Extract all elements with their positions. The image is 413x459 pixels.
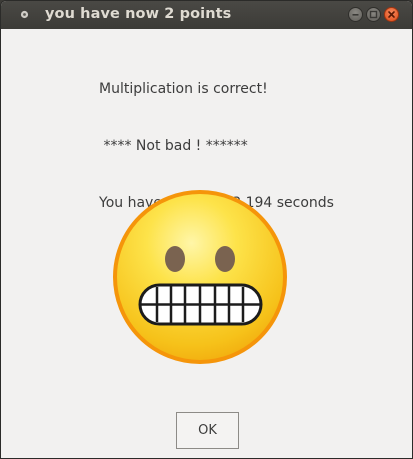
close-icon [388, 11, 395, 18]
praise-message: **** Not bad ! ****** [99, 138, 248, 154]
close-button[interactable] [384, 7, 399, 22]
app-dot-icon [20, 10, 29, 19]
dialog-content: Multiplication is correct! **** Not bad … [1, 29, 412, 458]
result-message: Multiplication is correct! [99, 81, 268, 97]
minimize-icon [352, 14, 359, 16]
minimize-button[interactable] [348, 7, 363, 22]
dialog-window: you have now 2 points Multiplication is … [0, 0, 413, 459]
ok-button[interactable]: OK [176, 412, 239, 449]
window-title: you have now 2 points [45, 6, 232, 22]
title-bar[interactable]: you have now 2 points [1, 1, 412, 29]
maximize-button[interactable] [366, 7, 381, 22]
maximize-icon [369, 10, 378, 19]
grimacing-face-icon [113, 190, 287, 364]
